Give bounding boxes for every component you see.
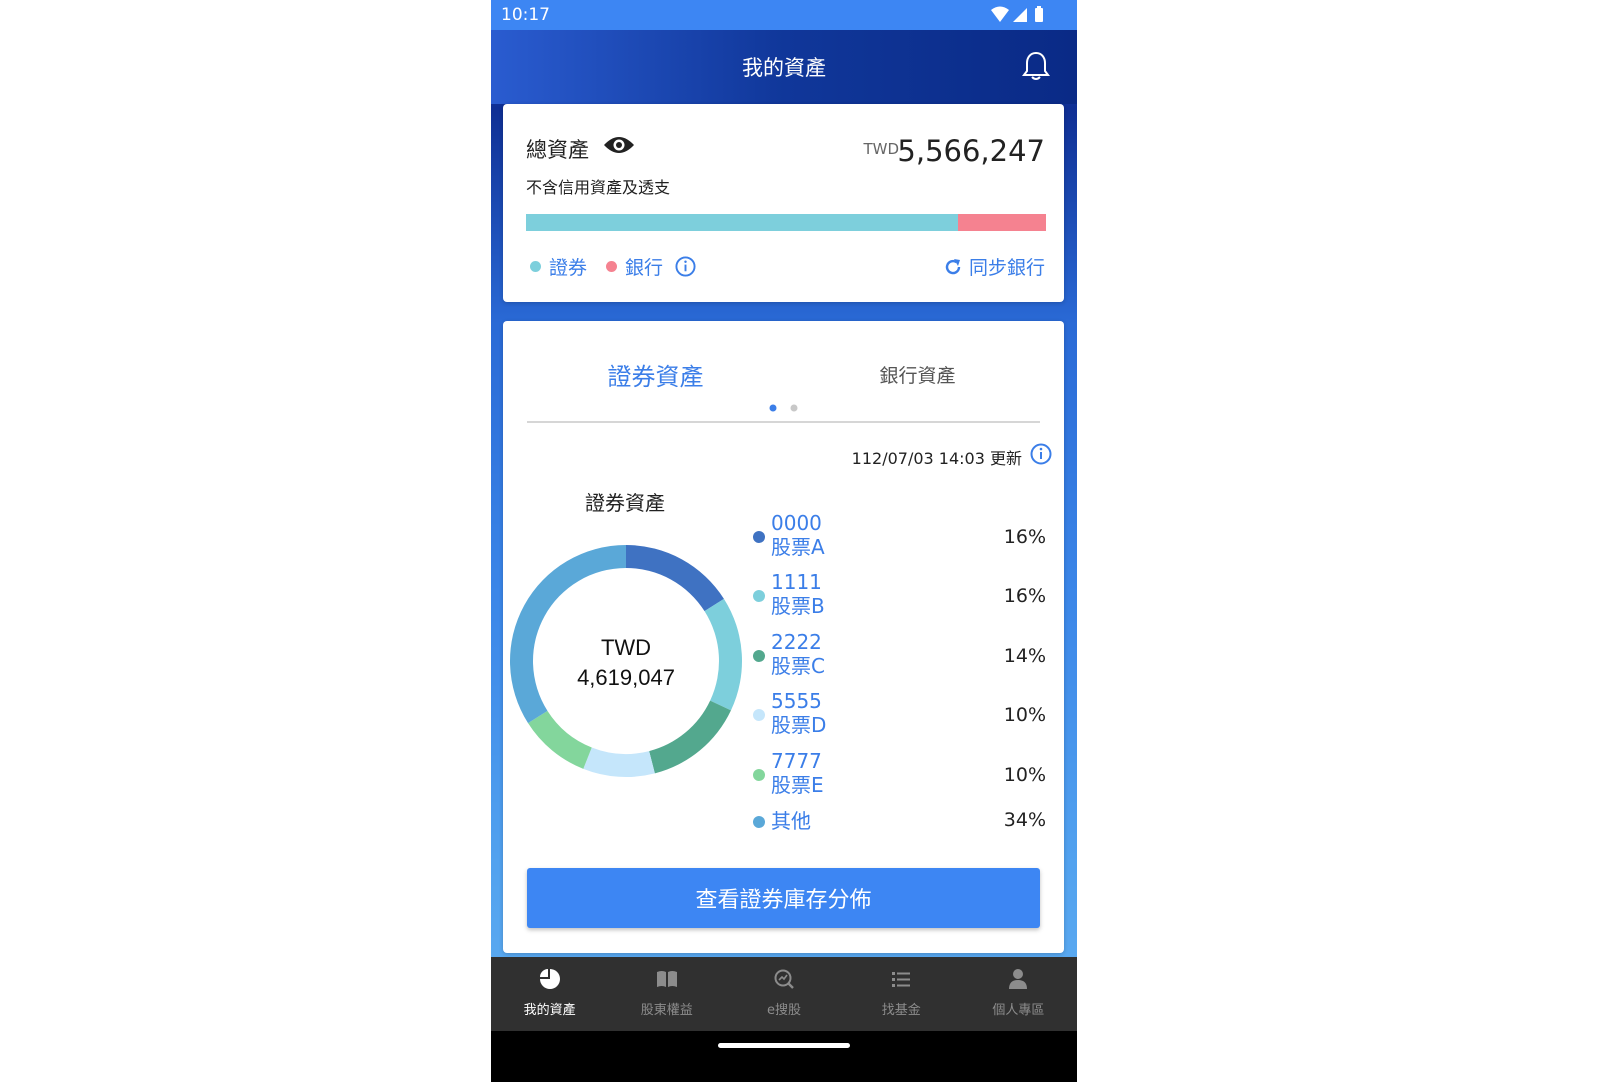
sync-bank-label: 同步銀行 xyxy=(968,257,1045,279)
legend-dot xyxy=(753,650,765,662)
legend-dot xyxy=(753,816,765,828)
donut-center-currency: TWD xyxy=(601,635,651,660)
home-handle[interactable] xyxy=(718,1043,850,1048)
legend-stock-name: 股票C xyxy=(771,654,825,678)
legend-stock-name: 股票B xyxy=(771,594,825,618)
status-bar: 10:17 xyxy=(491,0,1077,30)
info-icon[interactable] xyxy=(675,256,696,277)
legend-percentage: 34% xyxy=(1003,809,1046,831)
sync-bank-button[interactable]: 同步銀行 xyxy=(943,253,1045,280)
phone-screen: 10:17 我的資產 總資產 TWD 5,566,247 不含信用資產及透支 證… xyxy=(491,0,1077,1082)
ratio-securities-segment xyxy=(526,214,958,231)
legend-stock-name: 其他 xyxy=(771,809,811,833)
legend-percentage: 10% xyxy=(1003,764,1046,786)
tab-bank-assets[interactable]: 銀行資產 xyxy=(825,361,1010,388)
legend-label: 證券 xyxy=(549,257,588,279)
legend-dot xyxy=(753,709,765,721)
donut-center-amount: 4,619,047 xyxy=(577,665,675,690)
donut-slice xyxy=(528,710,592,769)
total-amount: 5,566,247 xyxy=(897,134,1045,168)
legend-dot xyxy=(753,590,765,602)
legend-stock-name: 股票A xyxy=(771,535,825,559)
asset-detail-card: 證券資產 銀行資產 112/07/03 14:03 更新 證券資產 TWD 4,… xyxy=(503,321,1064,953)
status-time: 10:17 xyxy=(501,5,550,25)
book-icon xyxy=(656,971,677,987)
person-icon xyxy=(1009,969,1028,989)
view-securities-distribution-button[interactable]: 查看證券庫存分佈 xyxy=(527,868,1040,928)
update-timestamp: 112/07/03 14:03 更新 xyxy=(851,449,1022,468)
legend-stock-code: 0000 xyxy=(771,511,822,535)
signal-icon xyxy=(1013,8,1027,22)
legend-label: 銀行 xyxy=(625,257,664,279)
tab-divider xyxy=(527,421,1040,423)
search-chart-icon xyxy=(774,969,794,989)
legend-dot xyxy=(753,531,765,543)
legend-item[interactable]: 其他 34% xyxy=(751,809,1046,859)
total-assets-note: 不含信用資產及透支 xyxy=(526,178,671,197)
info-icon[interactable] xyxy=(1030,443,1052,465)
nav-personal-area[interactable]: 個人專區 xyxy=(960,957,1077,1031)
refresh-icon xyxy=(945,258,961,274)
legend-item[interactable]: 0000 股票A 16% xyxy=(751,511,1046,561)
legend-stock-name: 股票D xyxy=(771,713,827,737)
nav-label: 我的資產 xyxy=(523,1003,576,1018)
bottom-navigation: 我的資產 股東權益 e搜股 找基金 個人專區 xyxy=(491,957,1077,1031)
legend-percentage: 10% xyxy=(1003,704,1046,726)
page-indicator xyxy=(769,404,798,412)
legend-percentage: 16% xyxy=(1003,526,1046,548)
legend-stock-code: 1111 xyxy=(771,570,822,594)
legend-stock-code: 7777 xyxy=(771,749,822,773)
total-assets-card: 總資產 TWD 5,566,247 不含信用資產及透支 證券 銀行 同步銀行 xyxy=(503,104,1064,302)
bell-icon[interactable] xyxy=(1021,50,1051,82)
legend-stock-name: 股票E xyxy=(771,773,824,797)
legend-dot xyxy=(753,769,765,781)
nav-label: 找基金 xyxy=(881,1003,921,1018)
nav-find-fund[interactable]: 找基金 xyxy=(843,957,960,1031)
legend-dot xyxy=(530,261,541,272)
battery-icon xyxy=(1035,8,1043,22)
legend-stock-code: 2222 xyxy=(771,630,822,654)
system-gesture-bar xyxy=(491,1031,1077,1082)
legend-item[interactable]: 5555 股票D 10% xyxy=(751,689,1046,739)
legend-item[interactable]: 7777 股票E 10% xyxy=(751,749,1046,799)
list-icon xyxy=(892,972,911,987)
donut-slice xyxy=(649,700,731,774)
pie-chart-icon xyxy=(539,969,560,989)
total-assets-label: 總資產 xyxy=(526,138,589,162)
asset-ratio-bar xyxy=(526,214,1046,231)
nav-label: 個人專區 xyxy=(992,1003,1045,1018)
nav-shareholder-equity[interactable]: 股東權益 xyxy=(608,957,725,1031)
eye-icon[interactable] xyxy=(603,134,635,156)
legend-bank: 銀行 xyxy=(606,253,696,280)
legend-securities: 證券 xyxy=(530,253,587,280)
securities-donut-chart: TWD 4,619,047 xyxy=(510,545,742,777)
nav-label: e搜股 xyxy=(767,1003,801,1018)
legend-dot xyxy=(606,261,617,272)
legend-stock-code: 5555 xyxy=(771,689,822,713)
donut-slice xyxy=(583,747,655,777)
app-header: 我的資產 xyxy=(491,30,1077,104)
nav-e-stock-search[interactable]: e搜股 xyxy=(725,957,842,1031)
total-currency: TWD xyxy=(863,140,899,158)
wifi-icon xyxy=(991,6,1009,22)
nav-my-assets[interactable]: 我的資產 xyxy=(491,957,608,1031)
legend-percentage: 14% xyxy=(1003,645,1046,667)
status-icons xyxy=(991,6,1043,22)
legend-item[interactable]: 1111 股票B 16% xyxy=(751,570,1046,620)
nav-label: 股東權益 xyxy=(640,1003,693,1018)
tab-securities-assets[interactable]: 證券資產 xyxy=(563,357,748,392)
donut-slice xyxy=(704,598,742,711)
ratio-bank-segment xyxy=(957,214,1046,231)
legend-percentage: 16% xyxy=(1003,585,1046,607)
page-title: 我的資產 xyxy=(742,56,826,80)
chart-title: 證券資產 xyxy=(585,491,665,515)
legend-item[interactable]: 2222 股票C 14% xyxy=(751,630,1046,680)
donut-slice xyxy=(626,545,724,612)
